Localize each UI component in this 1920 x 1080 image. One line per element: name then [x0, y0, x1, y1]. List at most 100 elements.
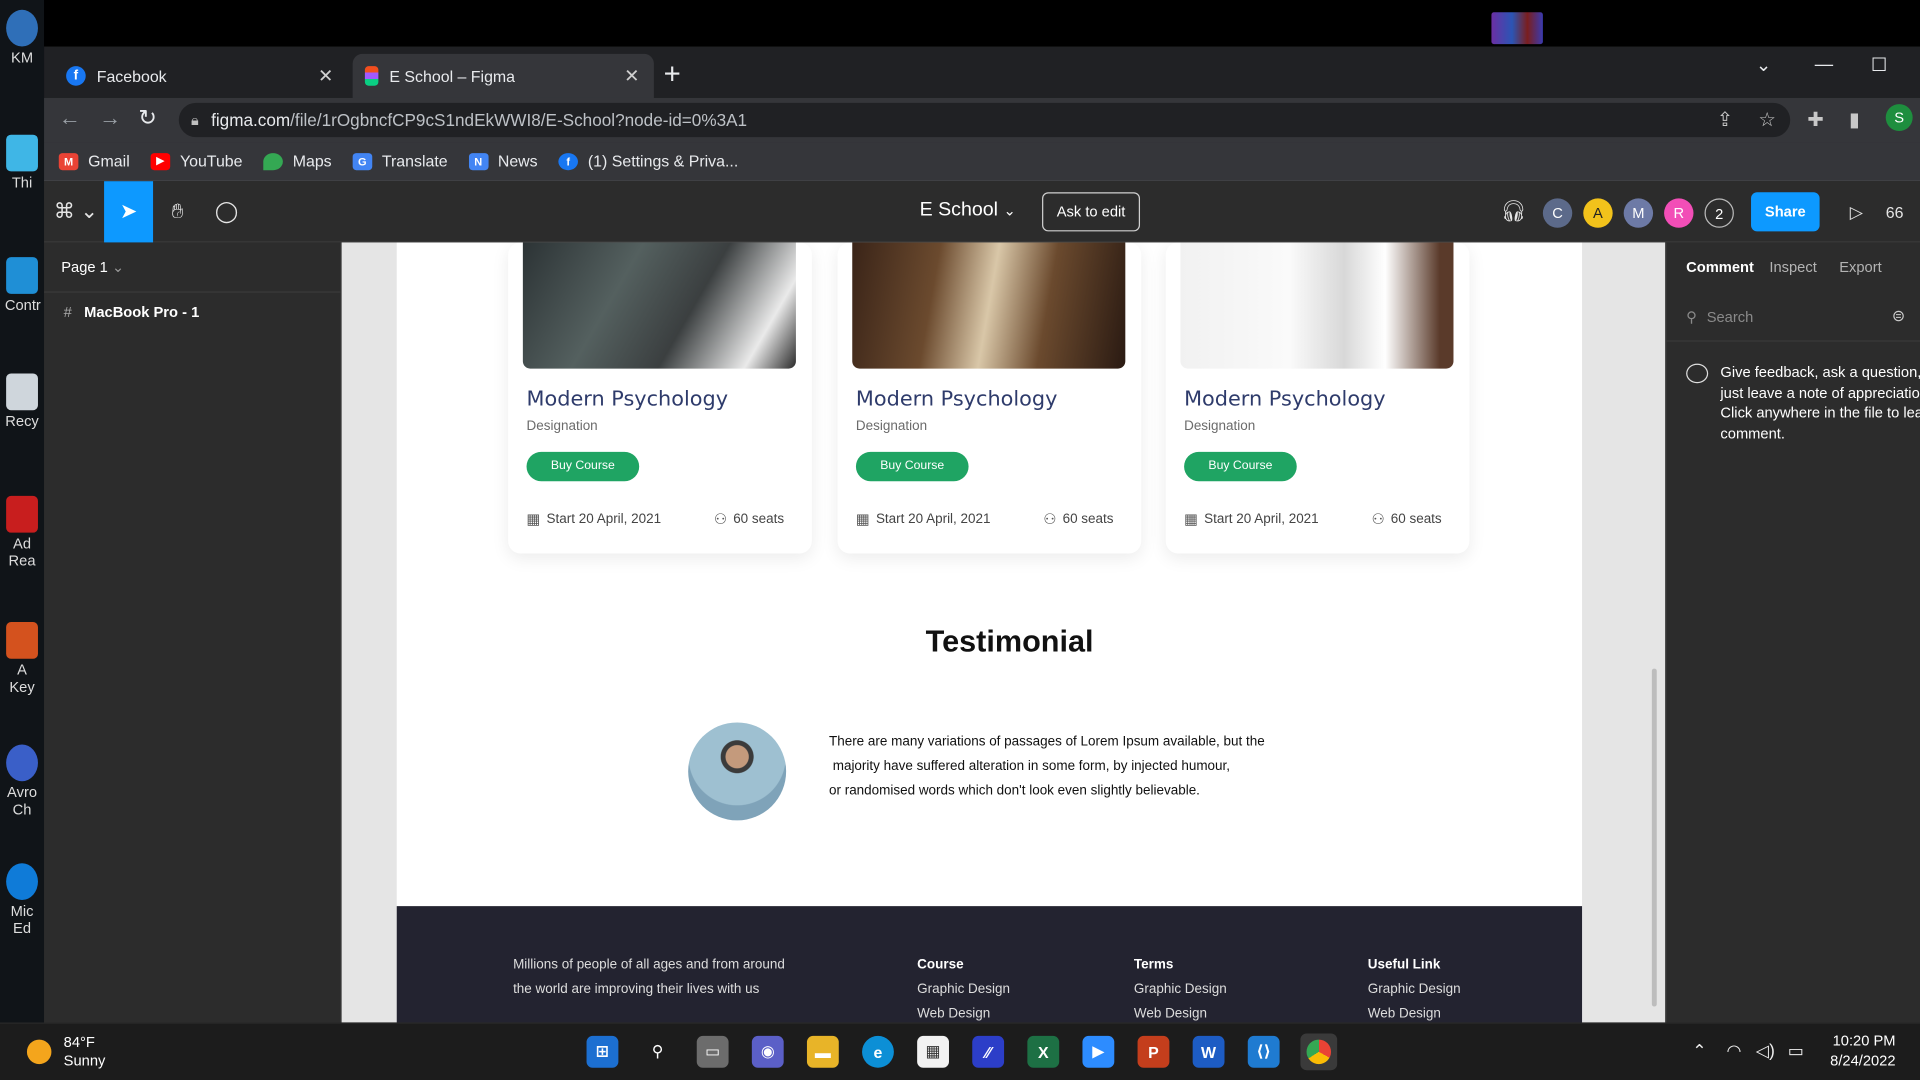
- more-collaborators-count[interactable]: 2: [1704, 198, 1734, 228]
- battery-icon[interactable]: ▭: [1788, 1041, 1804, 1062]
- page-selector[interactable]: Page 1 ⌄: [61, 258, 124, 275]
- course-designation: Designation: [1184, 418, 1256, 434]
- desktop-icon-km[interactable]: KM: [5, 9, 39, 66]
- bookmark-translate[interactable]: G Translate: [352, 152, 448, 170]
- teams-chat-icon[interactable]: ◉: [751, 1035, 784, 1068]
- bookmark-news[interactable]: N News: [468, 152, 538, 170]
- design-canvas[interactable]: Modern Psychology Designation Buy Course…: [341, 242, 1666, 1023]
- avatar[interactable]: R: [1664, 198, 1694, 228]
- back-arrow-icon[interactable]: ←: [59, 105, 81, 131]
- desktop-icon-keyboard[interactable]: A Key: [5, 622, 39, 696]
- close-icon[interactable]: ✕: [316, 65, 336, 87]
- footer-link[interactable]: Web Design: [1368, 1002, 1461, 1023]
- side-panel-icon[interactable]: ▮: [1849, 108, 1860, 132]
- course-image-laptop-desk: [1180, 242, 1454, 369]
- start-windows-icon[interactable]: ⊞: [586, 1035, 619, 1068]
- figma-menu-icon[interactable]: ⌘ ⌄: [49, 181, 103, 242]
- word-icon[interactable]: W: [1192, 1035, 1225, 1068]
- bookmark-facebook-settings[interactable]: f (1) Settings & Priva...: [558, 152, 738, 170]
- footer-link[interactable]: Graphic Design: [1368, 977, 1461, 1001]
- clock[interactable]: 10:20 PM 8/24/2022: [1812, 1031, 1895, 1070]
- file-name-menu[interactable]: E School ⌄: [920, 200, 1016, 222]
- weather-widget[interactable]: 84°F Sunny: [26, 1033, 105, 1070]
- zoom-icon[interactable]: ▶: [1082, 1035, 1115, 1068]
- reload-icon[interactable]: ↻: [138, 105, 156, 131]
- chrome-icon[interactable]: [1300, 1033, 1338, 1071]
- figma-icon: [364, 66, 379, 86]
- volume-icon[interactable]: ◁): [1756, 1041, 1775, 1062]
- translate-icon: G: [352, 152, 373, 170]
- powerpoint-icon[interactable]: P: [1137, 1035, 1170, 1068]
- maximize-icon[interactable]: ☐: [1871, 54, 1887, 76]
- tab-export[interactable]: Export: [1839, 258, 1881, 275]
- testimonial-heading: Testimonial: [925, 624, 1094, 659]
- new-tab-plus-icon[interactable]: +: [664, 58, 681, 91]
- footer-link[interactable]: Web Design: [917, 1002, 1010, 1023]
- extensions-puzzle-icon[interactable]: ✚: [1807, 108, 1823, 132]
- tab-search-chevron-icon[interactable]: ⌄: [1756, 54, 1771, 76]
- course-image-library: [852, 242, 1126, 369]
- footer-link[interactable]: Graphic Design: [1134, 977, 1227, 1001]
- bookmarks-bar: M Gmail ▶ YouTube Maps G Translate N News f(…: [44, 142, 1920, 182]
- users-icon: ⚇: [1043, 510, 1057, 528]
- layer-frame-macbook-pro[interactable]: # MacBook Pro - 1: [64, 304, 200, 321]
- bookmark-youtube[interactable]: ▶ YouTube: [150, 152, 243, 170]
- desktop-icon-avro[interactable]: Avro Ch: [5, 744, 39, 818]
- zoom-level[interactable]: 66: [1886, 181, 1920, 242]
- edge-icon[interactable]: e: [862, 1035, 894, 1068]
- course-start: ▦ Start 20 April, 2021: [855, 510, 991, 528]
- divider: [1666, 340, 1920, 342]
- desktop-icon-edge[interactable]: Mic Ed: [5, 863, 39, 937]
- course-start: ▦ Start 20 April, 2021: [526, 510, 662, 528]
- tab-comment[interactable]: Comment: [1686, 258, 1754, 275]
- footer-link[interactable]: Graphic Design: [917, 977, 1010, 1001]
- profile-avatar[interactable]: S: [1885, 104, 1913, 132]
- winrar-icon[interactable]: [1491, 12, 1543, 45]
- file-explorer-icon[interactable]: ▬: [806, 1035, 839, 1068]
- present-play-icon[interactable]: ▷: [1832, 181, 1881, 242]
- share-button[interactable]: Share: [1751, 192, 1820, 232]
- bookmark-maps[interactable]: Maps: [263, 152, 332, 170]
- footer-column-course: Course Graphic Design Web Design: [917, 953, 1010, 1023]
- tab-facebook[interactable]: f Facebook ✕: [54, 54, 348, 98]
- app-icon[interactable]: ⁄⁄: [972, 1035, 1005, 1068]
- comment-search-input[interactable]: ⚲ Search: [1686, 309, 1753, 326]
- desktop-icon-control-panel[interactable]: Contr: [5, 257, 41, 313]
- close-icon[interactable]: ✕: [622, 65, 642, 87]
- desktop-icon-recycle-bin[interactable]: Recy: [5, 373, 39, 430]
- share-page-icon[interactable]: ⇪: [1717, 108, 1733, 132]
- address-bar[interactable]: 🔒︎ figma.com/file/1rOgbncfCP9cS1ndEkWWI8…: [178, 102, 1791, 138]
- vscode-icon[interactable]: ⟨⟩: [1247, 1035, 1280, 1068]
- audio-headphones-icon[interactable]: 🎧︎: [1489, 181, 1538, 242]
- desktop-icon-this-pc[interactable]: Thi: [5, 134, 39, 191]
- buy-course-button[interactable]: Buy Course: [855, 451, 969, 482]
- avatar[interactable]: C: [1542, 198, 1573, 228]
- excel-icon[interactable]: X: [1027, 1035, 1060, 1068]
- ask-to-edit-button[interactable]: Ask to edit: [1042, 192, 1141, 232]
- canvas-scrollbar[interactable]: [1651, 668, 1657, 1007]
- minimize-icon[interactable]: —: [1815, 54, 1833, 75]
- comment-tool-icon[interactable]: ◯: [202, 181, 251, 242]
- buy-course-button[interactable]: Buy Course: [1184, 451, 1297, 482]
- avatar[interactable]: M: [1623, 198, 1654, 228]
- footer-column-useful-link: Useful Link Graphic Design Web Design: [1368, 953, 1461, 1023]
- hand-tool-icon[interactable]: ✋︎: [153, 181, 202, 242]
- buy-course-button[interactable]: Buy Course: [526, 451, 640, 482]
- task-view-icon[interactable]: ▭: [696, 1035, 729, 1068]
- bookmark-star-icon[interactable]: ☆: [1758, 108, 1776, 132]
- move-tool-icon[interactable]: ➤: [104, 181, 154, 243]
- search-icon[interactable]: ⚲: [642, 1036, 674, 1068]
- avatar[interactable]: A: [1583, 198, 1613, 228]
- wifi-icon[interactable]: ◠: [1727, 1041, 1742, 1062]
- forward-arrow-icon[interactable]: →: [99, 105, 121, 131]
- bookmark-gmail[interactable]: M Gmail: [58, 152, 130, 170]
- comment-hint-text: Give feedback, ask a question, or just l…: [1720, 363, 1920, 442]
- testimonial-line: or randomised words which don't look eve…: [828, 783, 1200, 799]
- filter-icon[interactable]: ⊜: [1892, 306, 1905, 326]
- footer-link[interactable]: Web Design: [1134, 1002, 1227, 1023]
- tray-chevron-icon[interactable]: ⌃: [1692, 1041, 1706, 1062]
- desktop-icon-adobe-reader[interactable]: Ad Rea: [5, 495, 39, 569]
- tab-e-school-figma[interactable]: E School – Figma ✕: [352, 53, 654, 98]
- microsoft-store-icon[interactable]: ▦: [917, 1035, 949, 1068]
- tab-inspect[interactable]: Inspect: [1769, 258, 1816, 275]
